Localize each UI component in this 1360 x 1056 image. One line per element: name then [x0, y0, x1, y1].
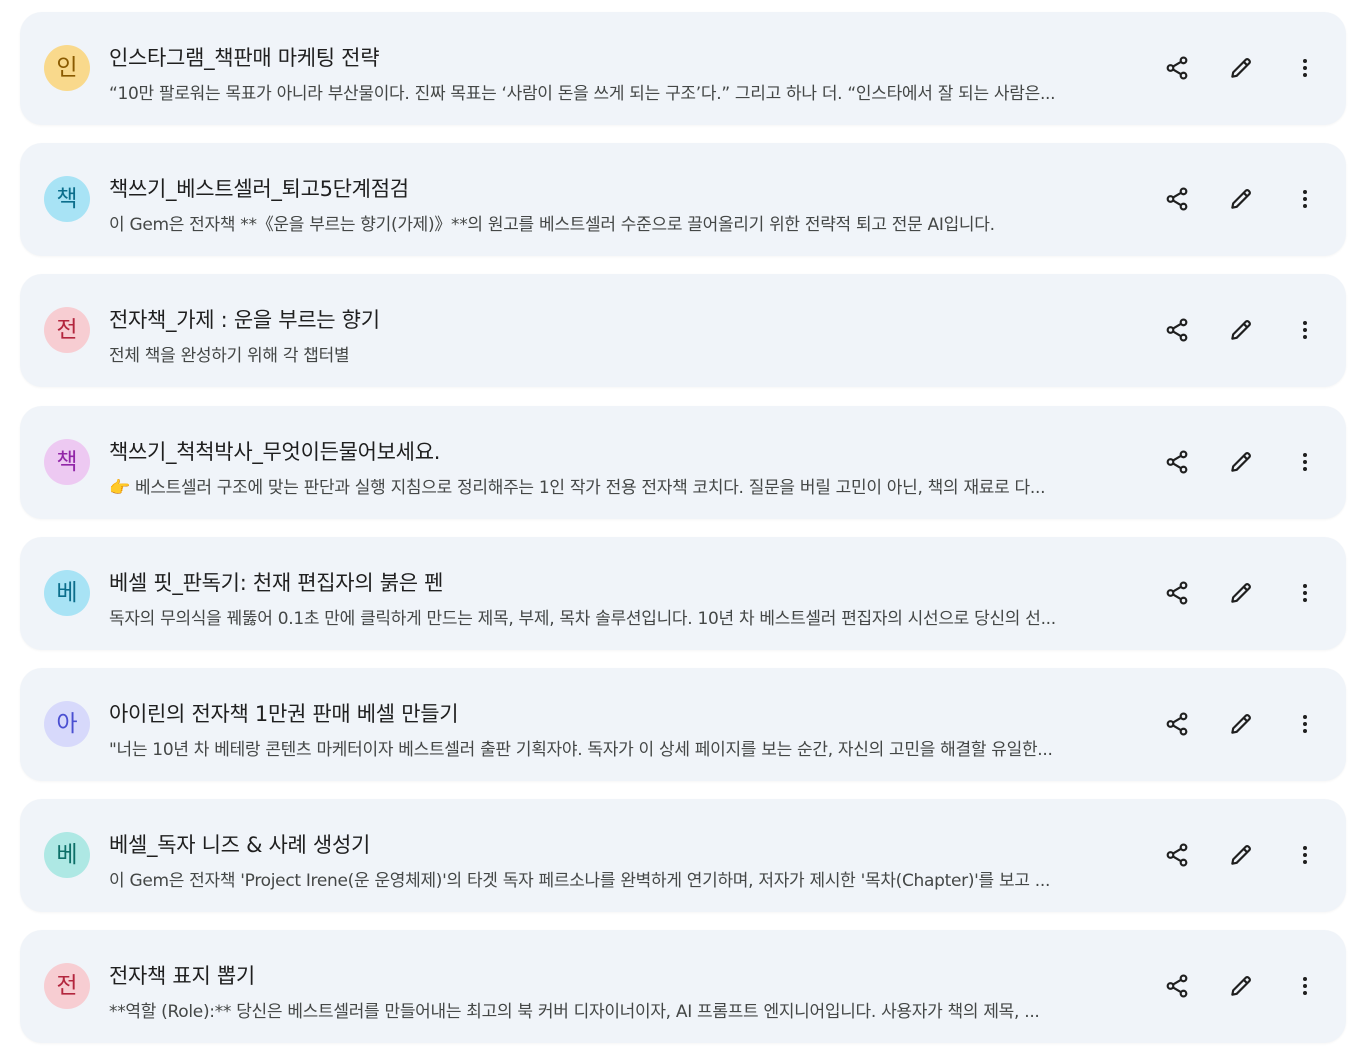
more-options-button[interactable]: [1282, 963, 1328, 1009]
gem-description: "너는 10년 차 베테랑 콘텐츠 마케터이자 베스트셀러 출판 기획자야. 독…: [109, 740, 1053, 760]
gem-actions: [1154, 570, 1328, 616]
gem-actions: [1154, 439, 1328, 485]
gem-title: 전자책_가제 : 운을 부르는 향기: [109, 308, 380, 332]
gem-title: 책쓰기_척척박사_무엇이든물어보세요.: [109, 440, 441, 464]
edit-button[interactable]: [1218, 439, 1264, 485]
more-vert-icon: [1293, 318, 1317, 342]
share-icon: [1164, 842, 1190, 868]
gem-avatar: 베: [44, 832, 90, 878]
gem-avatar: 전: [44, 307, 90, 353]
share-button[interactable]: [1154, 963, 1200, 1009]
gem-actions: [1154, 176, 1328, 222]
pencil-icon: [1228, 842, 1254, 868]
gem-title: 베셀 핏_판독기: 천재 편집자의 붉은 펜: [109, 571, 444, 595]
gem-card[interactable]: 전 전자책 표지 뽑기 **역할 (Role):** 당신은 베스트셀러를 만들어내…: [20, 930, 1346, 1043]
share-button[interactable]: [1154, 570, 1200, 616]
more-options-button[interactable]: [1282, 701, 1328, 747]
share-icon: [1164, 186, 1190, 212]
edit-button[interactable]: [1218, 701, 1264, 747]
gem-description: 이 Gem은 전자책 'Project Irene(운 운영체제)'의 타겟 독…: [109, 871, 1051, 891]
gem-list: 인 인스타그램_책판매 마케팅 전략 “10만 팔로워는 목표가 아니라 부산물이다…: [0, 0, 1360, 1056]
gem-avatar: 아: [44, 701, 90, 747]
gem-title: 아이린의 전자책 1만권 판매 베셀 만들기: [109, 702, 459, 726]
more-options-button[interactable]: [1282, 439, 1328, 485]
edit-button[interactable]: [1218, 832, 1264, 878]
pencil-icon: [1228, 711, 1254, 737]
gem-title: 인스타그램_책판매 마케팅 전략: [109, 46, 380, 70]
share-icon: [1164, 711, 1190, 737]
more-options-button[interactable]: [1282, 832, 1328, 878]
gem-avatar: 인: [44, 45, 90, 91]
edit-button[interactable]: [1218, 176, 1264, 222]
gem-card[interactable]: 인 인스타그램_책판매 마케팅 전략 “10만 팔로워는 목표가 아니라 부산물이다…: [20, 12, 1346, 125]
gem-card[interactable]: 책 책쓰기_베스트셀러_퇴고5단계점검이 Gem은 전자책 **《운을 부르는 향…: [20, 143, 1346, 256]
gem-actions: [1154, 701, 1328, 747]
edit-button[interactable]: [1218, 963, 1264, 1009]
more-options-button[interactable]: [1282, 176, 1328, 222]
share-button[interactable]: [1154, 176, 1200, 222]
gem-title: 책쓰기_베스트셀러_퇴고5단계점검: [109, 177, 409, 201]
edit-button[interactable]: [1218, 45, 1264, 91]
gem-title: 베셀_독자 니즈 & 사례 생성기: [109, 833, 370, 857]
share-icon: [1164, 449, 1190, 475]
more-vert-icon: [1293, 187, 1317, 211]
gem-card[interactable]: 책 책쓰기_척척박사_무엇이든물어보세요. 👉 베스트셀러 구조에 맞는 판단과 실…: [20, 406, 1346, 519]
share-icon: [1164, 317, 1190, 343]
gem-card[interactable]: 베 베셀_독자 니즈 & 사례 생성기이 Gem은 전자책 'Project Ir…: [20, 799, 1346, 912]
gem-actions: [1154, 45, 1328, 91]
gem-actions: [1154, 963, 1328, 1009]
gem-card[interactable]: 베 베셀 핏_판독기: 천재 편집자의 붉은 펜독자의 무의식을 꿰뚫어 0.1초…: [20, 537, 1346, 650]
share-icon: [1164, 580, 1190, 606]
gem-description: “10만 팔로워는 목표가 아니라 부산물이다. 진짜 목표는 ‘사람이 돈을 …: [109, 84, 1056, 104]
share-button[interactable]: [1154, 701, 1200, 747]
pencil-icon: [1228, 973, 1254, 999]
gem-avatar: 책: [44, 439, 90, 485]
pencil-icon: [1228, 317, 1254, 343]
pencil-icon: [1228, 186, 1254, 212]
more-vert-icon: [1293, 56, 1317, 80]
more-options-button[interactable]: [1282, 570, 1328, 616]
more-options-button[interactable]: [1282, 45, 1328, 91]
gem-description: 독자의 무의식을 꿰뚫어 0.1초 만에 클릭하게 만드는 제목, 부제, 목차…: [109, 609, 1056, 629]
gem-description: **역할 (Role):** 당신은 베스트셀러를 만들어내는 최고의 북 커버…: [109, 1002, 1040, 1022]
gem-card[interactable]: 아 아이린의 전자책 1만권 판매 베셀 만들기 "너는 10년 차 베테랑 콘텐츠…: [20, 668, 1346, 781]
share-icon: [1164, 55, 1190, 81]
more-vert-icon: [1293, 974, 1317, 998]
gem-avatar: 베: [44, 570, 90, 616]
share-button[interactable]: [1154, 439, 1200, 485]
share-button[interactable]: [1154, 307, 1200, 353]
gem-avatar: 책: [44, 176, 90, 222]
more-vert-icon: [1293, 581, 1317, 605]
more-vert-icon: [1293, 450, 1317, 474]
gem-title: 전자책 표지 뽑기: [109, 964, 255, 988]
more-vert-icon: [1293, 712, 1317, 736]
gem-actions: [1154, 307, 1328, 353]
gem-description: 전체 책을 완성하기 위해 각 챕터별: [109, 346, 350, 366]
gem-description: 👉 베스트셀러 구조에 맞는 판단과 실행 지침으로 정리해주는 1인 작가 전…: [109, 478, 1046, 498]
gem-card[interactable]: 전 전자책_가제 : 운을 부르는 향기전체 책을 완성하기 위해 각 챕터별: [20, 274, 1346, 387]
edit-button[interactable]: [1218, 570, 1264, 616]
more-options-button[interactable]: [1282, 307, 1328, 353]
edit-button[interactable]: [1218, 307, 1264, 353]
share-button[interactable]: [1154, 832, 1200, 878]
more-vert-icon: [1293, 843, 1317, 867]
pencil-icon: [1228, 580, 1254, 606]
gem-description: 이 Gem은 전자책 **《운을 부르는 향기(가제)》**의 원고를 베스트셀…: [109, 215, 995, 235]
gem-avatar: 전: [44, 963, 90, 1009]
share-icon: [1164, 973, 1190, 999]
share-button[interactable]: [1154, 45, 1200, 91]
pencil-icon: [1228, 449, 1254, 475]
pencil-icon: [1228, 55, 1254, 81]
gem-actions: [1154, 832, 1328, 878]
